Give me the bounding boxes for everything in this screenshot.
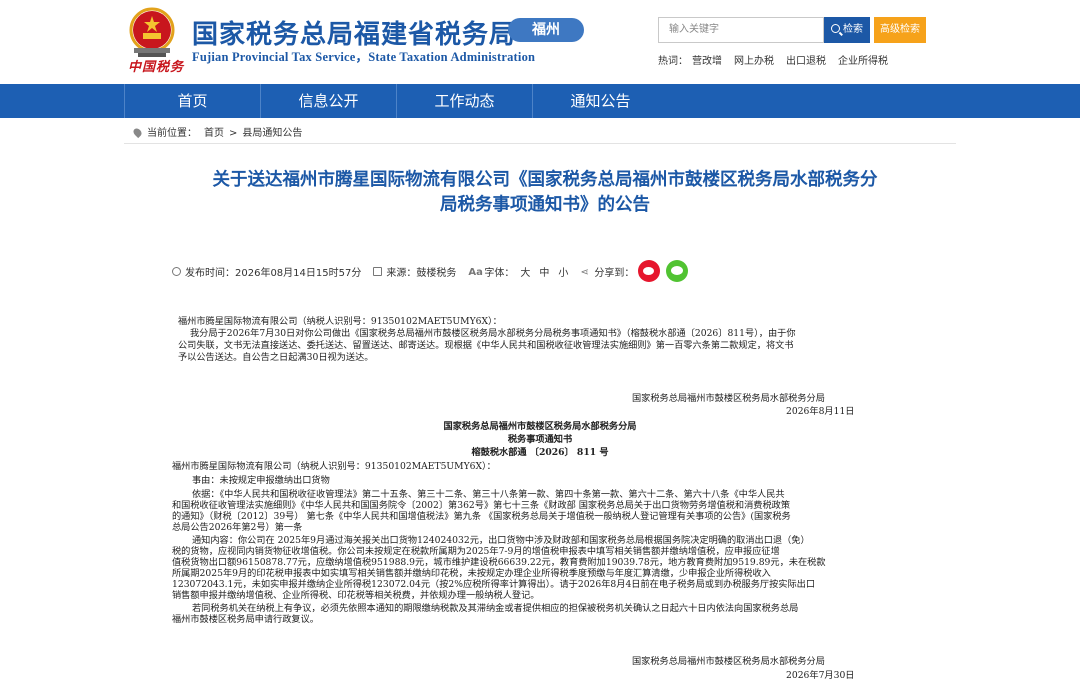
nav-item-info-disclosure[interactable]: 信息公开 xyxy=(260,84,396,118)
source-label: 来源： xyxy=(386,267,417,279)
breadcrumb: 当前位置： 首页 > 县局通知公告 xyxy=(131,124,302,139)
article-title-line: 局税务事项通知书》的公告 xyxy=(440,195,650,215)
notice-body-line: 予以公告送达。自公告之日起满30日视为送达。 xyxy=(178,352,374,363)
attached-basis-line: 依据：《中华人民共和国税收征收管理法》第二十五条、第三十二条、第三十八条第一款、… xyxy=(192,489,785,500)
attached-content-line: 值税货物出口额96150878.77元，应缴纳增值税951988.9元，城市维护… xyxy=(172,557,826,568)
attached-signature: 国家税务总局福州市鼓楼区税务局水部税务分局 xyxy=(632,656,825,667)
hotword-link[interactable]: 出口退税 xyxy=(786,56,826,67)
notice-signature: 国家税务总局福州市鼓楼区税务局水部税务分局 xyxy=(632,393,825,404)
location-pin-icon xyxy=(131,126,144,139)
attached-subheading: 税务事项通知书 xyxy=(507,434,573,445)
search-input[interactable]: 输入关键字 xyxy=(658,17,824,43)
font-size-small[interactable]: 小 xyxy=(558,264,568,279)
notice-addressee: 福州市腾星国际物流有限公司（纳税人识别号：91350102MAET5UMY6X）… xyxy=(178,316,502,327)
hotword-link[interactable]: 网上办税 xyxy=(734,56,774,67)
attached-addressee: 福州市腾星国际物流有限公司（纳税人识别号：91350102MAET5UMY6X）… xyxy=(172,461,496,472)
article-title-line: 关于送达福州市腾星国际物流有限公司《国家税务总局福州市鼓楼区税务局水部税务分 xyxy=(212,170,878,190)
region-badge[interactable]: 福州 xyxy=(508,18,584,42)
font-size-medium[interactable]: 中 xyxy=(539,264,549,279)
attached-doc-number: 榕鼓税水部通 〔2026〕 811 号 xyxy=(471,447,609,458)
attached-heading: 国家税务总局福州市鼓楼区税务局水部税务分局 xyxy=(443,421,637,432)
wechat-share-icon[interactable] xyxy=(666,260,689,282)
publish-label: 发布时间： xyxy=(185,267,235,279)
nav-item-notices[interactable]: 通知公告 xyxy=(532,84,668,118)
hotword-link[interactable]: 营改增 xyxy=(692,56,722,67)
attached-basis-line: 总局公告2026年第2号）第一条 xyxy=(172,522,303,533)
breadcrumb-separator: > xyxy=(229,128,238,139)
attached-content-line: 123072043.1元，未如实申报并缴纳企业所得税123072.04元（按2%… xyxy=(172,579,816,590)
font-size-icon: Aa xyxy=(468,266,483,278)
attached-matter: 事由：未按规定申报缴纳出口货物 xyxy=(192,475,330,486)
advanced-search-button[interactable]: 高级检索 xyxy=(874,17,926,43)
search-button[interactable]: 检索 xyxy=(824,17,870,43)
site-header: 中国税务 国家税务总局福建省税务局 Fujian Provincial Tax … xyxy=(0,0,1080,84)
site-subtitle: Fujian Provincial Tax Service，State Taxa… xyxy=(192,50,536,64)
share-label: 分享到： xyxy=(594,267,635,279)
attached-basis-line: 的通知》（财税〔2012〕39号） 第七条《中华人民共和国增值税法》第九条 《国… xyxy=(172,511,791,522)
search-button-label: 检索 xyxy=(843,24,863,35)
breadcrumb-current[interactable]: 县局通知公告 xyxy=(242,128,302,139)
notice-body-line: 我分局于2026年7月30日对你公司做出《国家税务总局福州市鼓楼区税务局水部税务… xyxy=(190,328,796,339)
attached-basis-line: 和国税收征收管理法实施细则》《中华人民共和国国务院令〔2002〕第362号》第七… xyxy=(172,500,791,511)
nav-item-home[interactable]: 首页 xyxy=(124,84,260,118)
attached-review-line: 福州市鼓楼区税务局申请行政复议。 xyxy=(172,614,319,625)
breadcrumb-home-link[interactable]: 首页 xyxy=(204,128,224,139)
hotword-link[interactable]: 企业所得税 xyxy=(838,56,888,67)
clock-icon xyxy=(172,266,181,276)
font-size-large[interactable]: 大 xyxy=(520,264,530,279)
attached-content-line: 销售额申报并缴纳增值税、企业所得税、印花税等相关税费，并依规办理一般纳税人登记。 xyxy=(172,590,540,601)
china-tax-logo: 中国税务 xyxy=(128,60,185,75)
divider xyxy=(124,143,956,144)
article-meta: 发布时间： 2026年08月14日15时57分 来源： 鼓楼税务 Aa 字体：大中小 … xyxy=(172,260,689,282)
hotwords: 热词： 营改增 网上办税 出口退税 企业所得税 xyxy=(658,52,900,67)
notice-body-line: 公司失联，文书无法直接送达、委托送达、留置送达、邮寄送达。现根据《中华人民共和国… xyxy=(178,340,794,351)
weibo-share-icon[interactable] xyxy=(638,260,661,282)
breadcrumb-label: 当前位置： xyxy=(147,128,197,139)
font-label: 字体： xyxy=(484,267,515,279)
share-icon: ⋖ xyxy=(580,266,589,278)
source-icon xyxy=(373,266,383,276)
source-value: 鼓楼税务 xyxy=(416,267,457,279)
main-nav: 首页 信息公开 工作动态 通知公告 xyxy=(0,84,1080,118)
notice-date: 2026年8月11日 xyxy=(786,406,855,417)
attached-date: 2026年7月30日 xyxy=(786,670,855,681)
publish-time: 2026年08月14日15时57分 xyxy=(235,267,362,279)
attached-content-line: 通知内容：你公司在 2025年9月通过海关报关出口货物124024032元，出口… xyxy=(192,535,810,546)
attached-review-line: 若同税务机关在纳税上有争议，必须先依照本通知的期限缴纳税款及其滞纳金或者提供相应… xyxy=(192,603,799,614)
hotwords-label: 热词： xyxy=(658,56,688,67)
attached-content-line: 税的货物，应视同内销货物征收增值税。你公司未按规定在税款所属期为2025年7-9… xyxy=(172,546,780,557)
article-title: 关于送达福州市腾星国际物流有限公司《国家税务总局福州市鼓楼区税务局水部税务分 局… xyxy=(150,168,940,218)
search-icon xyxy=(831,24,840,33)
attached-content-line: 所属期2025年9月的印花税申报表中如实填写相关销售额并缴纳印花税，未按规定办理… xyxy=(172,568,771,579)
nav-item-work-news[interactable]: 工作动态 xyxy=(396,84,532,118)
national-emblem-icon xyxy=(129,7,175,57)
